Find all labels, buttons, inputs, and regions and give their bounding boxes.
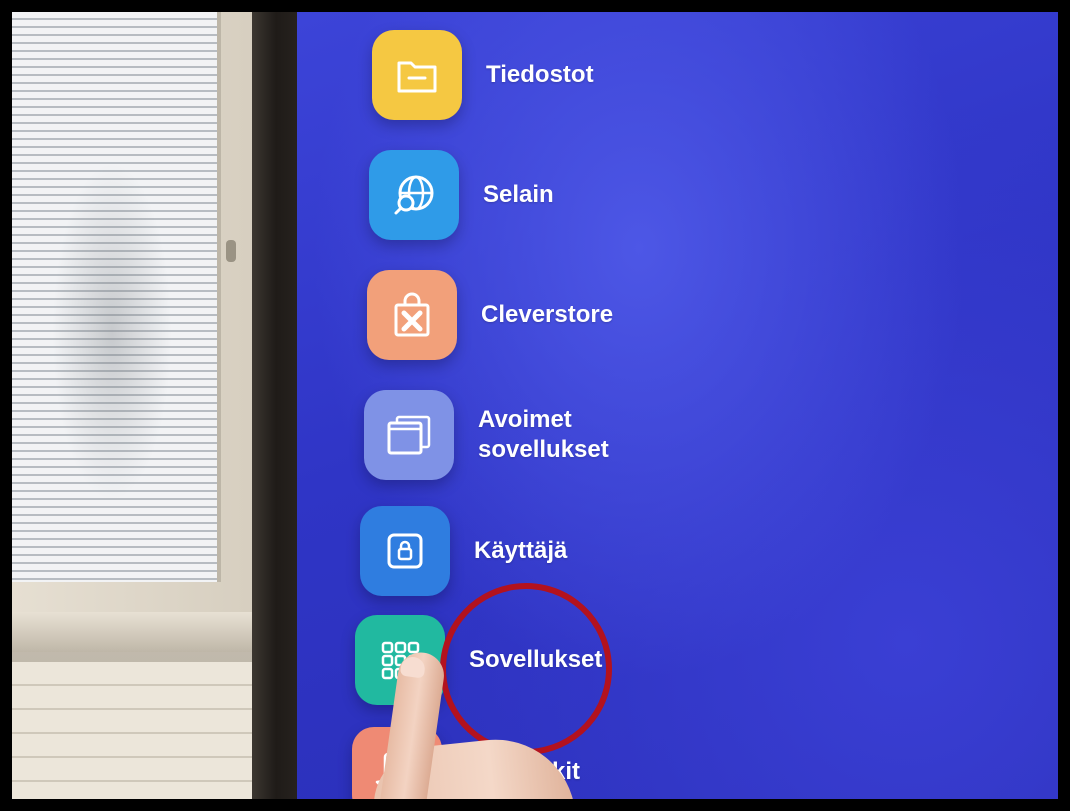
menu-item-label: Cleverstore <box>481 301 614 328</box>
globe-search-icon <box>394 175 434 215</box>
avoimet-tile <box>364 390 454 480</box>
menu-item-tiedostot[interactable]: Tiedostot <box>372 30 594 120</box>
lock-icon <box>387 533 423 569</box>
selain-tile <box>369 150 459 240</box>
tiedostot-tile <box>372 30 462 120</box>
window-frame <box>12 12 262 612</box>
kayttaja-tile <box>360 506 450 596</box>
window-blinds <box>12 12 221 582</box>
menu-item-label: Selain <box>483 181 554 208</box>
photo-frame: Tiedostot Selain Cleverstore Avoimet sov… <box>0 0 1070 811</box>
menu-item-selain[interactable]: Selain <box>369 150 554 240</box>
window-handle <box>226 240 236 262</box>
cleverstore-tile <box>367 270 457 360</box>
menu-item-label: Sovellukset <box>469 646 603 673</box>
window-sill <box>12 612 262 652</box>
radiator <box>12 662 252 799</box>
menu-item-label: Käyttäjä <box>474 537 568 564</box>
folder-icon <box>397 61 437 93</box>
menu-item-label: Tiedostot <box>486 61 594 88</box>
menu-item-label: Avoimet sovellukset <box>478 406 609 463</box>
menu-item-kayttaja[interactable]: Käyttäjä <box>360 506 567 596</box>
tree-shadow <box>52 162 172 502</box>
windows-icon <box>387 415 431 455</box>
menu-item-sovellukset[interactable]: Sovellukset <box>355 615 602 705</box>
menu-item-avoimet-sovellukset[interactable]: Avoimet sovellukset <box>364 390 609 480</box>
shopping-bag-icon <box>394 292 430 337</box>
photo-scene: Tiedostot Selain Cleverstore Avoimet sov… <box>12 12 1058 799</box>
menu-item-cleverstore[interactable]: Cleverstore <box>367 270 613 360</box>
